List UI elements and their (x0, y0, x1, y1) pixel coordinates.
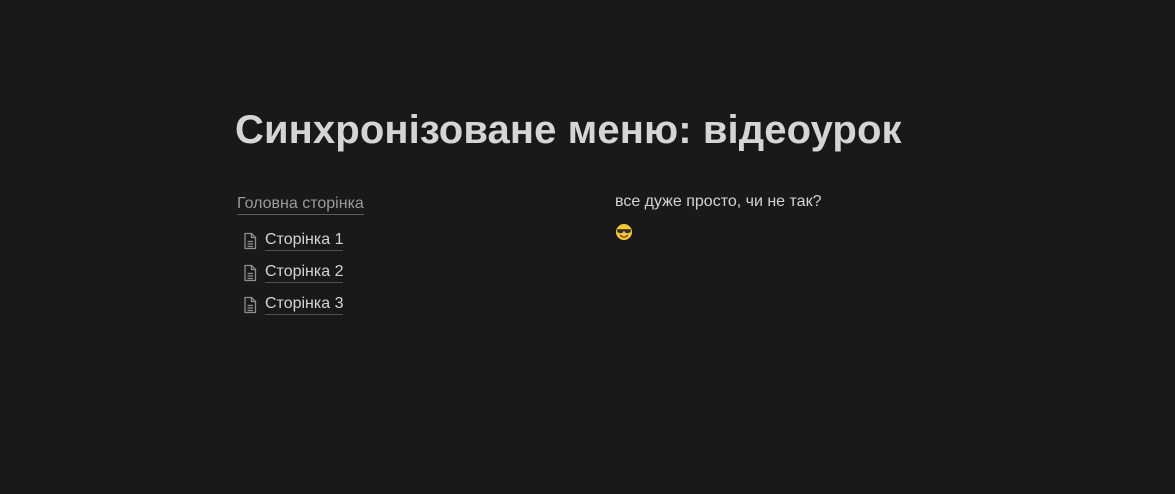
page-list: Сторінка 1 Сторінка 2 Сторінка 3 (237, 225, 577, 321)
page: Синхронізоване меню: відеоурок Головна с… (0, 0, 1175, 494)
page-link-3[interactable]: Сторінка 3 (237, 289, 577, 321)
body-text: все дуже просто, чи не так? (615, 193, 822, 210)
page-link-label: Сторінка 2 (265, 263, 344, 283)
text-column: все дуже просто, чи не так? (615, 192, 1015, 241)
page-icon (239, 230, 261, 252)
page-icon (239, 262, 261, 284)
page-link-label: Сторінка 1 (265, 231, 344, 251)
page-icon (239, 294, 261, 316)
page-link-1[interactable]: Сторінка 1 (237, 225, 577, 257)
smiling-face-with-sunglasses-icon (615, 223, 633, 241)
page-title: Синхронізоване меню: відеоурок (235, 108, 902, 152)
synced-menu-column: Головна сторінка Сторінка 1 Сторінка 2 С… (237, 195, 577, 321)
home-page-link[interactable]: Головна сторінка (237, 195, 364, 215)
page-link-label: Сторінка 3 (265, 295, 344, 315)
page-link-2[interactable]: Сторінка 2 (237, 257, 577, 289)
